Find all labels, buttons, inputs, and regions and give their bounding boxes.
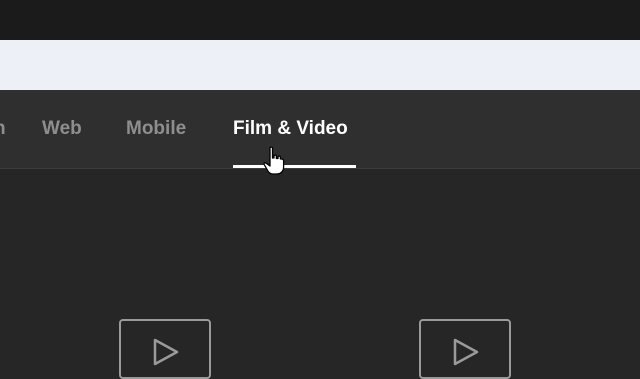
tab-web[interactable]: Web <box>42 118 82 140</box>
content-area <box>0 169 640 379</box>
active-tab-underline <box>233 165 356 168</box>
tab-film-video[interactable]: Film & Video <box>233 118 348 140</box>
tab-mobile[interactable]: Mobile <box>126 118 186 140</box>
play-icon <box>153 338 179 366</box>
window-top-strip <box>0 0 640 40</box>
hand-pointer-icon <box>263 146 285 175</box>
category-tab-bar: n Web Mobile Film & Video <box>0 90 640 169</box>
video-card[interactable] <box>419 319 511 379</box>
play-icon <box>453 338 479 366</box>
address-bar[interactable] <box>0 40 640 90</box>
video-card[interactable] <box>119 319 211 379</box>
tab-partial[interactable]: n <box>0 118 6 140</box>
